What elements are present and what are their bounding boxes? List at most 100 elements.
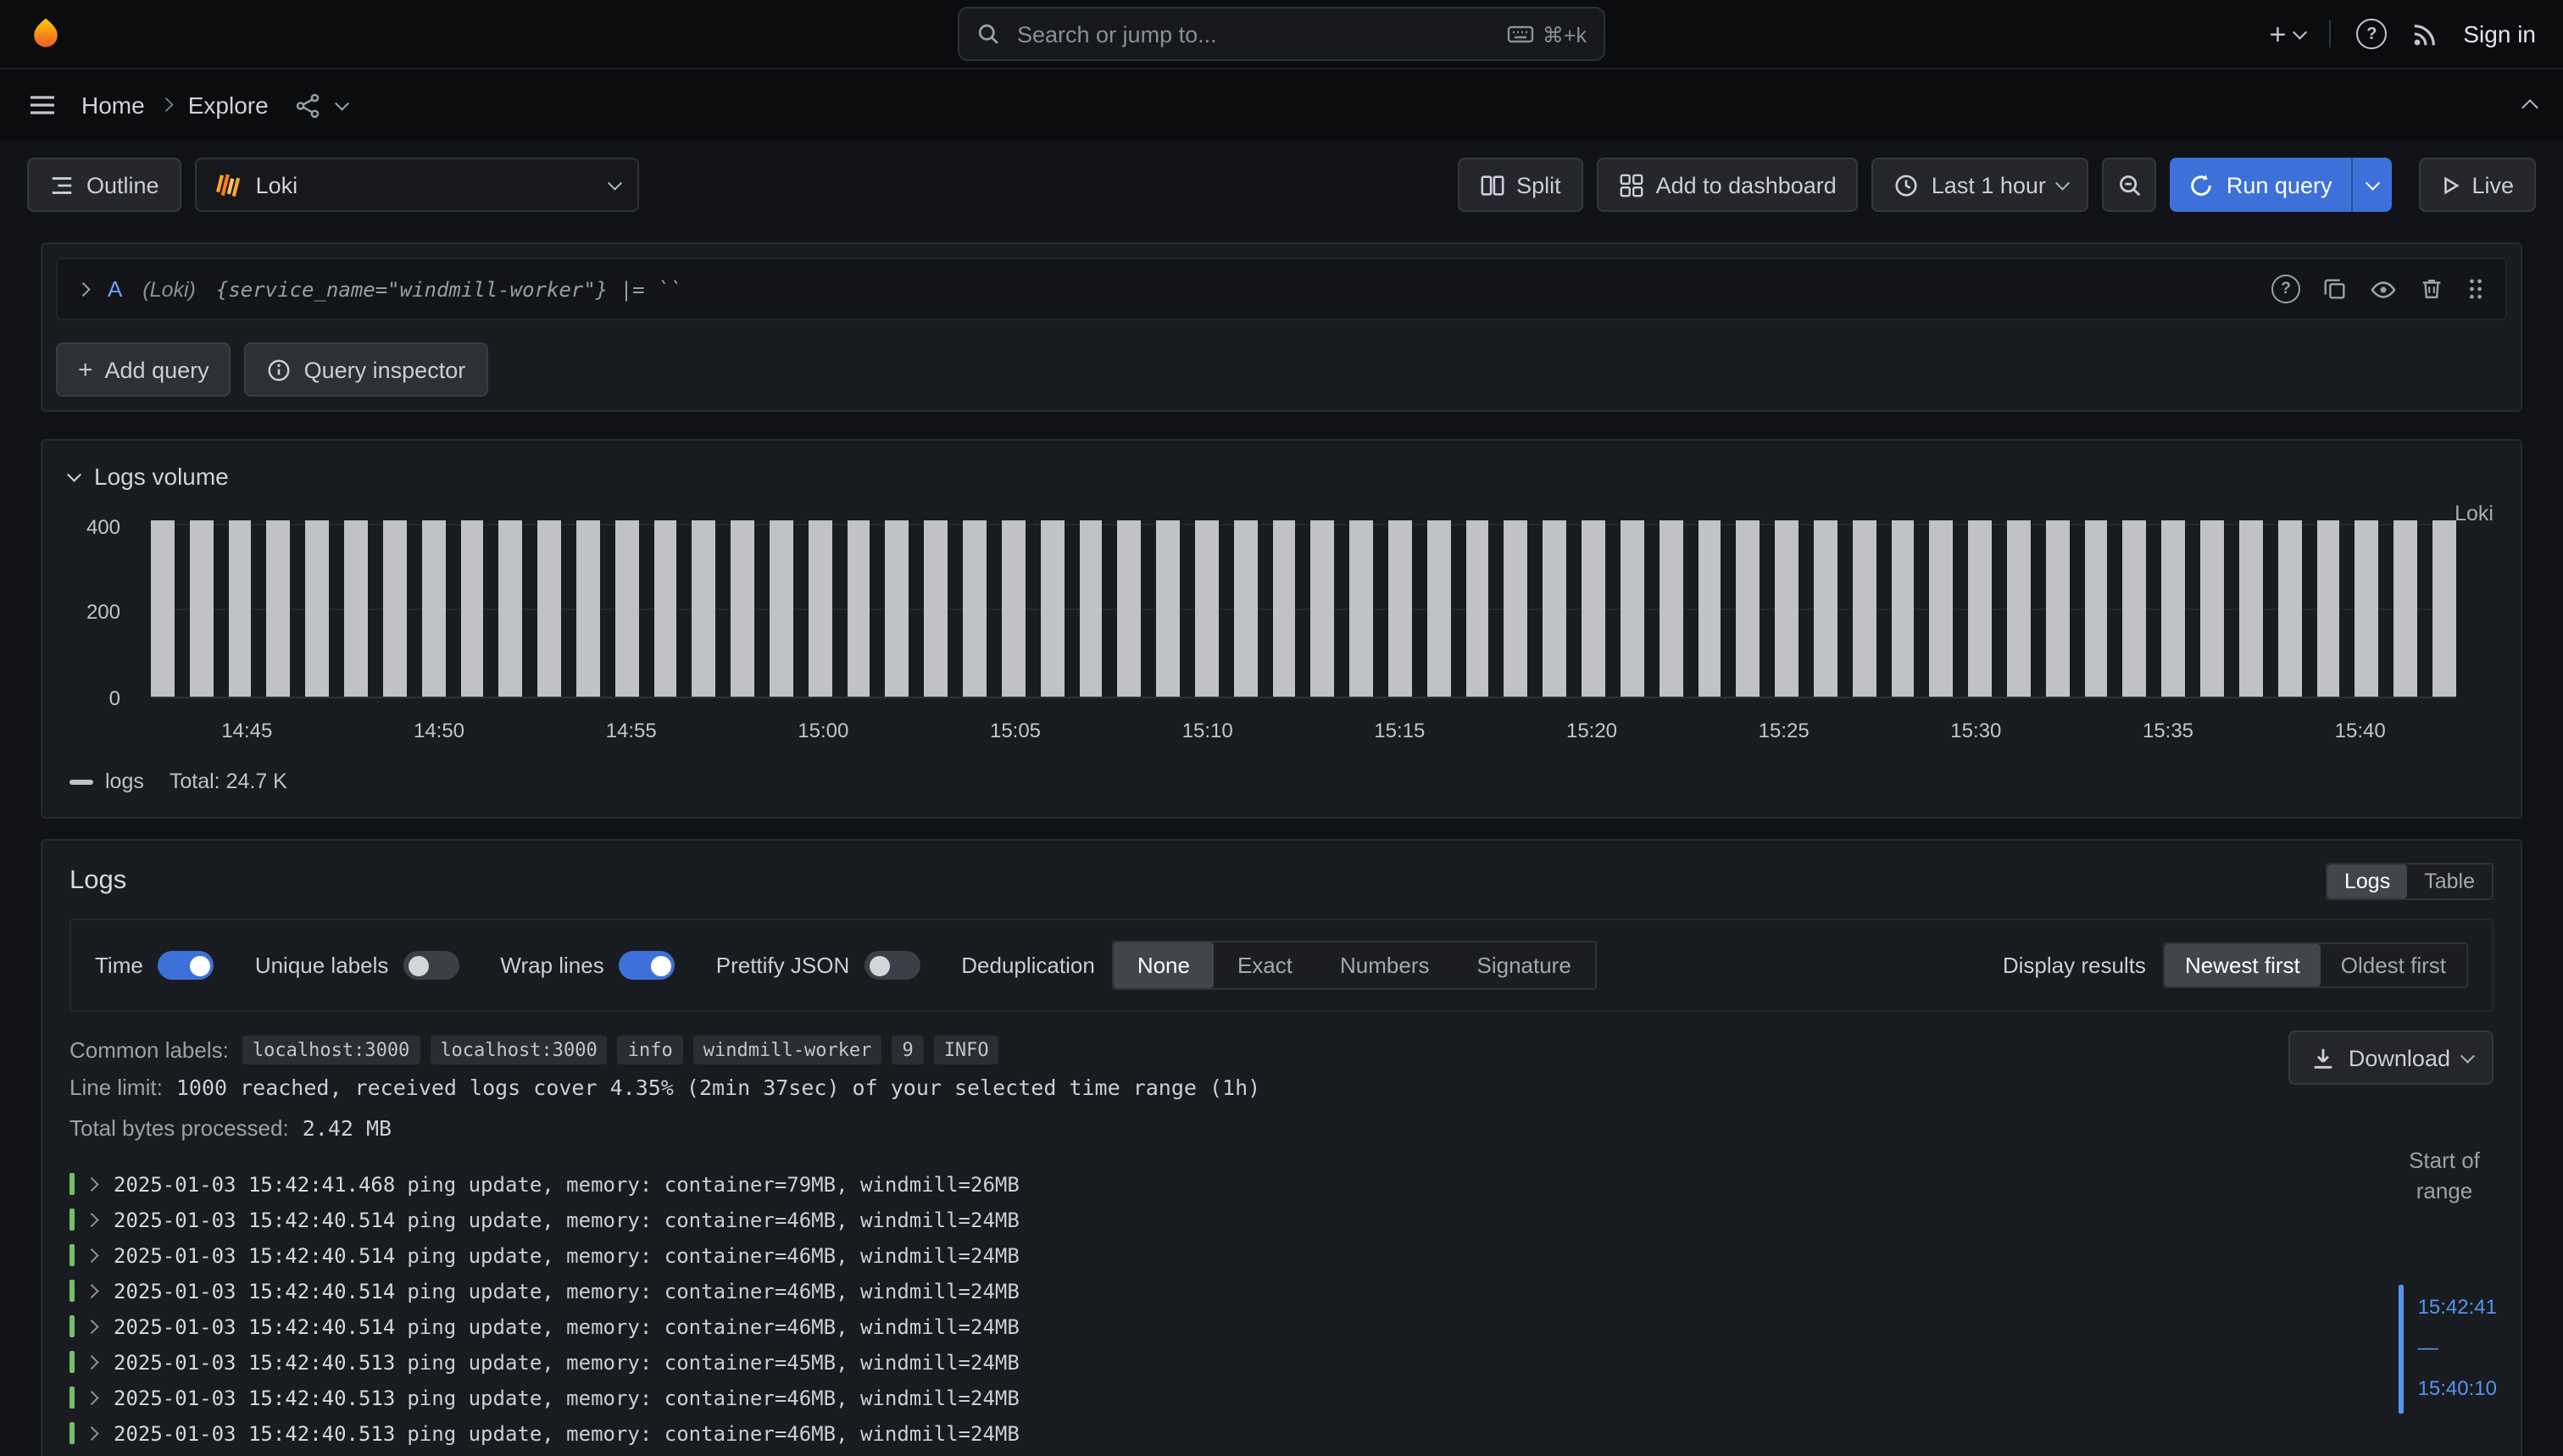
order-option-oldest-first[interactable]: Oldest first: [2321, 944, 2466, 986]
volume-bar[interactable]: [1002, 520, 1026, 697]
volume-bar[interactable]: [1968, 520, 1992, 697]
copy-icon[interactable]: [2322, 276, 2348, 302]
news-icon[interactable]: [2412, 21, 2438, 47]
query-help-icon[interactable]: ?: [2271, 275, 2300, 303]
dedup-option-none[interactable]: None: [1114, 942, 1214, 988]
logs-volume-plot[interactable]: [151, 520, 2456, 698]
collapse-query-icon[interactable]: [78, 285, 87, 294]
log-row[interactable]: 2025-01-03 15:42:40.514ping update, memo…: [69, 1273, 2341, 1309]
volume-bar[interactable]: [1582, 520, 1605, 697]
expand-log-icon[interactable]: [86, 1429, 102, 1438]
volume-bar[interactable]: [1698, 520, 1721, 697]
hide-response-icon[interactable]: [2370, 275, 2397, 303]
datasource-picker[interactable]: Loki: [195, 158, 639, 212]
breadcrumb-explore[interactable]: Explore: [188, 92, 269, 119]
volume-bar[interactable]: [770, 520, 793, 697]
volume-bar[interactable]: [2277, 520, 2301, 697]
order-option-newest-first[interactable]: Newest first: [2165, 944, 2321, 986]
query-inspector-button[interactable]: Query inspector: [245, 342, 488, 397]
volume-bar[interactable]: [847, 520, 870, 697]
time-range-picker[interactable]: Last 1 hour: [1872, 158, 2089, 212]
dedup-option-numbers[interactable]: Numbers: [1316, 942, 1454, 988]
volume-bar[interactable]: [692, 520, 716, 697]
dedup-option-signature[interactable]: Signature: [1454, 942, 1595, 988]
volume-bar[interactable]: [1659, 520, 1682, 697]
volume-bar[interactable]: [1311, 520, 1335, 697]
volume-bar[interactable]: [190, 520, 214, 697]
expand-log-icon[interactable]: [86, 1215, 102, 1225]
grafana-logo[interactable]: [27, 15, 64, 53]
volume-bar[interactable]: [2084, 520, 2108, 697]
volume-bar[interactable]: [151, 520, 175, 697]
expand-log-icon[interactable]: [86, 1358, 102, 1367]
help-icon[interactable]: ?: [2356, 19, 2387, 49]
log-row[interactable]: 2025-01-03 15:42:40.513ping update, memo…: [69, 1451, 2341, 1456]
volume-bar[interactable]: [2046, 520, 2070, 697]
log-row[interactable]: 2025-01-03 15:42:41.468ping update, memo…: [69, 1166, 2341, 1202]
volume-bar[interactable]: [1388, 520, 1412, 697]
toggle-switch[interactable]: [865, 951, 920, 980]
add-to-dashboard-button[interactable]: Add to dashboard: [1597, 158, 1859, 212]
toggle-switch[interactable]: [158, 951, 214, 980]
expand-log-icon[interactable]: [86, 1251, 102, 1260]
logs-volume-header[interactable]: Logs volume: [69, 454, 2494, 498]
volume-bar[interactable]: [615, 520, 639, 697]
menu-toggle-icon[interactable]: [27, 90, 58, 120]
live-button[interactable]: Live: [2419, 158, 2536, 212]
volume-bar[interactable]: [925, 520, 948, 697]
volume-bar[interactable]: [653, 520, 677, 697]
log-nav-scroll-indicator[interactable]: [2399, 1285, 2405, 1414]
volume-bar[interactable]: [2123, 520, 2147, 697]
expand-log-icon[interactable]: [86, 1322, 102, 1331]
volume-bar[interactable]: [1891, 520, 1915, 697]
volume-bar[interactable]: [499, 520, 523, 697]
add-query-button[interactable]: + Add query: [56, 342, 231, 397]
toggle-switch[interactable]: [620, 951, 675, 980]
expand-log-icon[interactable]: [86, 1393, 102, 1403]
volume-bar[interactable]: [1930, 520, 1954, 697]
volume-bar[interactable]: [1156, 520, 1180, 697]
global-search[interactable]: ⌘+k: [958, 7, 1605, 61]
volume-bar[interactable]: [228, 520, 252, 697]
new-menu-button[interactable]: +: [2270, 19, 2304, 48]
search-input[interactable]: [1014, 19, 1493, 48]
log-row[interactable]: 2025-01-03 15:42:40.514ping update, memo…: [69, 1202, 2341, 1237]
volume-bar[interactable]: [731, 520, 754, 697]
query-expression[interactable]: {service_name="windmill-worker"} |= ``: [216, 277, 681, 301]
expand-log-icon[interactable]: [86, 1180, 102, 1189]
split-button[interactable]: Split: [1457, 158, 1583, 212]
run-query-dropdown[interactable]: [2350, 158, 2392, 212]
volume-bar[interactable]: [306, 520, 330, 697]
volume-bar[interactable]: [421, 520, 445, 697]
volume-bar[interactable]: [344, 520, 368, 697]
log-row[interactable]: 2025-01-03 15:42:40.514ping update, memo…: [69, 1237, 2341, 1273]
volume-bar[interactable]: [383, 520, 407, 697]
dedup-option-exact[interactable]: Exact: [1214, 942, 1316, 988]
volume-bar[interactable]: [2200, 520, 2224, 697]
outline-button[interactable]: Outline: [27, 158, 181, 212]
volume-bar[interactable]: [2239, 520, 2263, 697]
expand-log-icon[interactable]: [86, 1287, 102, 1296]
legend-series-name[interactable]: logs: [105, 770, 144, 793]
query-ref-id[interactable]: A: [108, 276, 122, 302]
volume-bar[interactable]: [886, 520, 909, 697]
volume-bar[interactable]: [1621, 520, 1644, 697]
volume-bar[interactable]: [1853, 520, 1876, 697]
breadcrumb-home[interactable]: Home: [81, 92, 145, 119]
volume-bar[interactable]: [963, 520, 987, 697]
breadcrumb-actions-chevron-icon[interactable]: [336, 97, 349, 110]
log-row[interactable]: 2025-01-03 15:42:40.513ping update, memo…: [69, 1344, 2341, 1380]
log-row[interactable]: 2025-01-03 15:42:40.513ping update, memo…: [69, 1380, 2341, 1415]
volume-bar[interactable]: [1234, 520, 1258, 697]
volume-bar[interactable]: [1349, 520, 1373, 697]
log-row[interactable]: 2025-01-03 15:42:40.514ping update, memo…: [69, 1309, 2341, 1344]
drag-handle-icon[interactable]: [2466, 276, 2485, 302]
volume-bar[interactable]: [460, 520, 484, 697]
volume-bar[interactable]: [1543, 520, 1567, 697]
volume-bar[interactable]: [1427, 520, 1451, 697]
sign-in-button[interactable]: Sign in: [2463, 20, 2536, 47]
trash-icon[interactable]: [2419, 276, 2444, 302]
volume-bar[interactable]: [1079, 520, 1103, 697]
volume-bar[interactable]: [2162, 520, 2186, 697]
volume-bar[interactable]: [2316, 520, 2340, 697]
